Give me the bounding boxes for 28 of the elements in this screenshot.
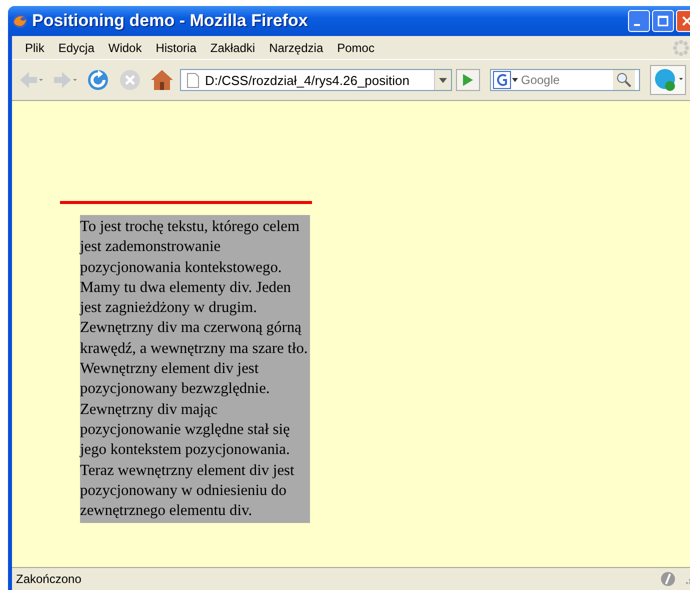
menu-item[interactable]: Pomoc	[330, 40, 382, 54]
throbber-icon	[672, 38, 690, 56]
dropdown-button[interactable]	[434, 70, 451, 90]
menu-item[interactable]: Zakładki	[203, 40, 262, 54]
status-icon	[660, 571, 676, 587]
page-icon	[187, 72, 199, 88]
minimize-icon	[634, 24, 640, 26]
menu-item[interactable]: Edycja	[51, 40, 102, 54]
url-text[interactable]: D:/CSS/rozdział_4/rys4.26_position	[205, 72, 428, 88]
firefox-icon	[12, 13, 28, 29]
search-icon[interactable]	[613, 70, 635, 90]
search-bar[interactable]: Google	[490, 69, 640, 91]
positioned-text-block: To jest trochę tekstu, którego celem jest zademonstrowanie pozycjonowania kontekstowego. Mamy tu dwa elementy div. Jeden jest zagnieżdżony w drugim. Zewnętrzny div ma czerwoną górną krawędź, a wewnętrzny ma szare tło. Wewnętrzny element div jest pozycjonowany bezwzględnie. Zewnętrzny div mając pozycjonowanie względne stał się jego kontekstem pozycjonowania. Teraz wewnętrzny element div jest pozycjonowany w odniesieniu do zewnętrznego elementu div.	[80, 215, 310, 524]
maximize-icon	[657, 15, 669, 27]
menu-item[interactable]: Widok	[101, 40, 149, 54]
window-title: Positioning demo - Mozilla Firefox	[32, 11, 308, 31]
minimize-button[interactable]	[628, 10, 650, 32]
go-button[interactable]	[456, 69, 480, 91]
close-icon	[681, 15, 690, 27]
maximize-button[interactable]	[652, 10, 674, 32]
play-icon	[462, 73, 474, 87]
status-text: Zakończono	[16, 572, 82, 586]
menu-item[interactable]: Historia	[148, 40, 204, 54]
menu-item[interactable]: Plik	[18, 40, 52, 54]
caret-icon	[439, 78, 447, 82]
menu-item[interactable]: Narzędzia	[262, 40, 330, 54]
address-bar[interactable]: D:/CSS/rozdział_4/rys4.26_position	[180, 69, 452, 91]
search-engine-icon[interactable]	[491, 71, 519, 89]
